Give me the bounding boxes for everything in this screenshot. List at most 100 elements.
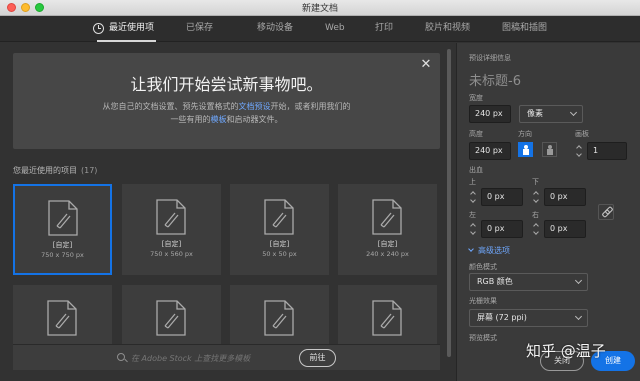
width-label: 宽度 [469,94,483,102]
recent-item-name: [自定] [161,240,182,248]
height-label: 高度 [469,130,483,138]
tab-print[interactable]: 打印 [375,16,393,42]
banner-text-4: 和启动器文件。 [226,115,283,124]
recent-item-card[interactable] [13,285,112,346]
recent-item-size: 750 x 560 px [150,250,193,258]
preset-details-label: 预设详细信息 [469,54,511,62]
bleed-top-stepper[interactable] [469,189,477,205]
document-icon [372,199,402,235]
portrait-button[interactable] [518,142,533,157]
artboards-input[interactable]: 1 [587,142,627,160]
stock-search-input[interactable] [131,351,291,365]
bleed-right-label: 右 [532,211,539,219]
document-icon [48,200,78,236]
banner-text-3: 一些有用的 [170,115,211,124]
bleed-right-input[interactable]: 0 px [544,220,586,238]
chevron-down-icon [574,276,583,285]
landscape-button[interactable] [542,142,557,157]
color-mode-value: RGB 颜色 [477,277,513,286]
height-input[interactable]: 240 px [469,142,511,160]
width-input[interactable]: 240 px [469,105,511,123]
recent-items-count: (17) [81,166,98,175]
recent-item-size: 750 x 750 px [41,251,84,259]
recent-item-card[interactable] [122,285,221,346]
preset-details-panel: 预设详细信息 未标题-6 宽度 240 px 像素 高度 240 px 方向 画… [456,43,640,381]
bleed-right-stepper[interactable] [532,221,540,237]
bleed-left-stepper[interactable] [469,221,477,237]
recent-item-card[interactable] [338,285,437,346]
document-presets-link[interactable]: 文档预设 [239,102,271,111]
banner-text-2: 开始，或者利用我们的 [270,102,351,111]
recent-items-title: 您最近使用的项目 [13,166,77,175]
artboards-label: 画板 [575,130,589,138]
document-name-field[interactable]: 未标题-6 [469,70,521,89]
portrait-icon [523,145,529,155]
search-icon [117,353,125,361]
chevron-down-icon [569,108,578,117]
title-bar: 新建文档 [0,0,640,16]
document-icon [264,300,294,336]
close-banner-icon[interactable]: ✕ [419,58,433,72]
left-pane: 让我们开始尝试新事物吧。 从您自己的文档设置、预先设置格式的文档预设开始，或者利… [0,43,452,381]
landscape-icon [547,145,553,155]
recent-item-size: 50 x 50 px [262,250,297,258]
orientation-label: 方向 [518,130,532,138]
banner-title: 让我们开始尝试新事物吧。 [130,75,323,94]
link-icon[interactable] [598,204,614,220]
preview-mode-label: 预览模式 [469,334,497,342]
banner-text: 从您自己的文档设置、预先设置格式的文档预设开始，或者利用我们的 一些有用的模板和… [73,100,380,126]
recent-item-name: [自定] [52,241,73,249]
stock-search-bar: 前往 [13,344,440,370]
document-icon [372,300,402,336]
new-document-window: 新建文档 最近使用项 已保存 移动设备 Web 打印 胶片和视频 图稿和插图 让… [0,0,640,381]
templates-link[interactable]: 模板 [211,115,227,124]
artboards-stepper[interactable] [575,143,583,159]
left-pane-scrollbar[interactable] [446,43,452,373]
recent-item-size: 240 x 240 px [366,250,409,258]
chevron-down-icon [468,246,474,252]
color-mode-select[interactable]: RGB 颜色 [469,273,588,291]
recent-items-heading: 您最近使用的项目 (17) [13,165,97,176]
bleed-top-label: 上 [469,178,476,186]
bleed-left-input[interactable]: 0 px [481,220,523,238]
recent-item-card[interactable]: [自定] 240 x 240 px [338,184,437,275]
bleed-bottom-label: 下 [532,178,539,186]
advanced-options-label: 高级选项 [478,246,510,255]
advanced-options-toggle[interactable]: 高级选项 [468,245,510,256]
document-icon [47,300,77,336]
unit-select[interactable]: 像素 [519,105,583,123]
bleed-bottom-input[interactable]: 0 px [544,188,586,206]
clock-icon [93,23,104,34]
recent-item-name: [自定] [269,240,290,248]
welcome-banner: 让我们开始尝试新事物吧。 从您自己的文档设置、预先设置格式的文档预设开始，或者利… [13,53,440,149]
document-icon [264,199,294,235]
scroll-thumb[interactable] [447,49,451,357]
tab-web[interactable]: Web [325,16,345,42]
raster-effects-select[interactable]: 屏幕 (72 ppi) [469,309,588,327]
raster-effects-value: 屏幕 (72 ppi) [477,313,527,322]
recent-item-card[interactable]: [自定] 50 x 50 px [230,184,329,275]
bleed-bottom-stepper[interactable] [532,189,540,205]
tab-saved[interactable]: 已保存 [186,16,213,42]
color-mode-label: 颜色模式 [469,263,497,271]
recent-items-grid: [自定] 750 x 750 px [自定] 750 x 560 px [自定]… [13,184,440,346]
recent-item-card[interactable] [230,285,329,346]
tab-recent[interactable]: 最近使用项 [96,16,157,42]
recent-item-card[interactable]: [自定] 750 x 560 px [122,184,221,275]
recent-item-name: [自定] [377,240,398,248]
document-icon [156,300,186,336]
banner-text-1: 从您自己的文档设置、预先设置格式的 [102,102,239,111]
window-title: 新建文档 [301,4,338,14]
bleed-label: 出血 [469,166,483,174]
go-button[interactable]: 前往 [299,349,336,367]
raster-effects-label: 光栅效果 [469,297,497,305]
unit-select-value: 像素 [527,109,543,118]
recent-item-card[interactable]: [自定] 750 x 750 px [13,184,112,275]
bleed-top-input[interactable]: 0 px [481,188,523,206]
tab-film-video[interactable]: 胶片和视频 [425,16,470,42]
tab-bar: 最近使用项 已保存 移动设备 Web 打印 胶片和视频 图稿和插图 [0,16,640,42]
chevron-down-icon [574,312,583,321]
watermark-text: 知乎 @温子 [526,342,606,360]
tab-mobile[interactable]: 移动设备 [257,16,293,42]
tab-art-illustration[interactable]: 图稿和插图 [502,16,547,42]
